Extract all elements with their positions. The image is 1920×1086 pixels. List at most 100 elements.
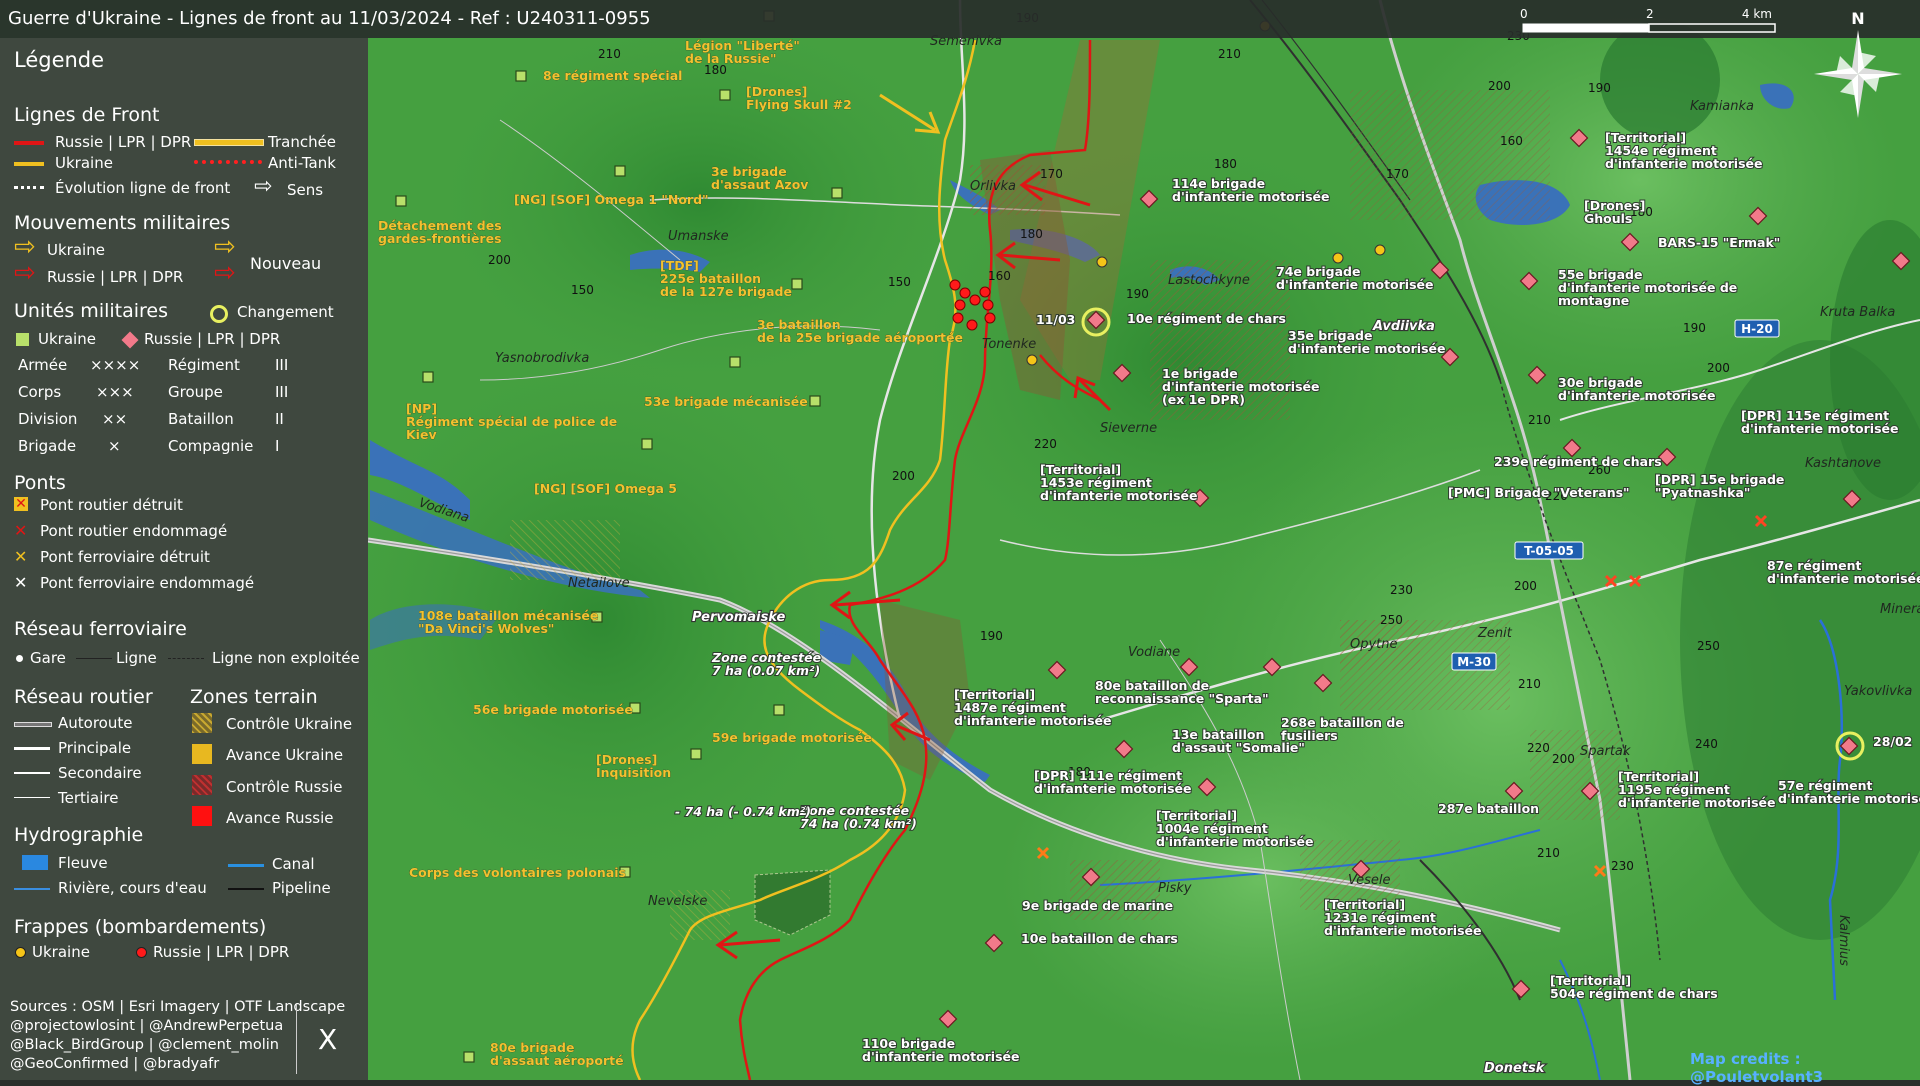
bridge-rail-damaged-label: Pont ferroviaire endommagé xyxy=(40,574,255,592)
place-netailove[interactable]: Netailove xyxy=(568,576,630,591)
front-russia-label: Russie | LPR | DPR xyxy=(55,133,192,151)
ukraine-control-swatch xyxy=(192,713,212,733)
scale-tick-2: 2 xyxy=(1646,7,1654,21)
place-yasnobrodivka[interactable]: Yasnobrodivka xyxy=(495,351,589,366)
ua-unit-label-16[interactable]: Corps des volontaires polonais xyxy=(409,865,627,881)
russia-new-move-arrow-icon: ⇨ xyxy=(214,258,236,288)
x-social-icon[interactable]: X xyxy=(318,1026,337,1054)
place-kamianka[interactable]: Kamianka xyxy=(1690,99,1754,114)
direction-arrow-icon: ⇨ xyxy=(254,174,273,199)
elevation-label-33: 230 xyxy=(1390,583,1413,597)
place-tonenke[interactable]: Tonenke xyxy=(982,337,1036,352)
ru-unit-label-21[interactable]: [DPR] 111e régiment d'infanterie motorisé… xyxy=(1033,767,1192,797)
place-opytne[interactable]: Opytne xyxy=(1350,637,1398,652)
ru-unit-label-9[interactable]: BARS-15 "Ermak" xyxy=(1657,234,1781,251)
station-dot-icon xyxy=(16,655,23,662)
ru-unit-label-12[interactable]: 239e régiment de chars xyxy=(1493,453,1663,470)
place-kalmius[interactable]: Kalmius xyxy=(1836,915,1851,966)
place-spartak[interactable]: Spartak xyxy=(1580,744,1631,759)
place-yakovlivka[interactable]: Yakovlivka xyxy=(1844,684,1912,699)
place-lastochkyne[interactable]: Lastochkyne xyxy=(1168,273,1250,288)
place-minera[interactable]: Minera xyxy=(1880,602,1920,617)
echelon-army-symbol: ×××× xyxy=(90,356,141,374)
echelon-brigade: Brigade xyxy=(18,437,77,455)
place-vesele[interactable]: Vesele xyxy=(1348,873,1391,888)
russia-control-swatch xyxy=(192,775,212,795)
trench-swatch xyxy=(194,139,264,146)
bridge-road-destroyed-label: Pont routier détruit xyxy=(40,496,183,514)
ua-unit-label-9[interactable]: 53e brigade mécanisée xyxy=(644,394,808,410)
place-umanske[interactable]: Umanske xyxy=(668,229,729,244)
ru-unit-label-27[interactable]: 10e bataillon de chars xyxy=(1020,930,1179,947)
north-arrow: N xyxy=(1812,8,1912,122)
echelon-corps-symbol: ××× xyxy=(96,383,134,401)
bridges-section-title: Ponts xyxy=(14,472,66,494)
ua-unit-label-6[interactable]: Détachement des gardes-frontières xyxy=(378,218,502,247)
place-nevelske[interactable]: Nevelske xyxy=(648,894,707,909)
echelon-company-symbol: I xyxy=(275,437,280,455)
front-direction-label: Sens xyxy=(287,181,324,199)
scale-bar: 0 2 4 km xyxy=(1520,4,1780,42)
main-road-swatch xyxy=(14,747,50,750)
road-bridge-destroyed-icon: ✕ xyxy=(14,496,28,512)
moves-new-label: Nouveau xyxy=(250,254,322,273)
ua-unit-label-11[interactable]: [NG] [SOF] Omega 5 xyxy=(534,481,678,497)
place-vodiane[interactable]: Vodiane xyxy=(1128,645,1180,660)
rail-station-label: Gare xyxy=(30,649,66,667)
ru-unit-label-26[interactable]: 9e brigade de marine xyxy=(1021,897,1174,914)
ru-unit-label-13[interactable]: [PMC] Brigade "Veterans" xyxy=(1447,484,1631,501)
ru-unit-label-2[interactable]: 10e régiment de chars xyxy=(1126,310,1287,327)
sources-line-2[interactable]: @projectowlosint | @AndrewPerpetua xyxy=(10,1018,283,1034)
ua-unit-label-5[interactable]: [NG] [SOF] Omega 1 "Nord" xyxy=(514,192,709,208)
place-zenit[interactable]: Zenit xyxy=(1477,626,1513,641)
place-pervomaiske[interactable]: Pervomaiske xyxy=(691,609,787,626)
place-orlivka[interactable]: Orlivka xyxy=(970,179,1016,194)
pipeline-swatch xyxy=(228,888,264,890)
echelon-army: Armée xyxy=(18,356,68,374)
elevation-label-12: 200 xyxy=(488,253,511,267)
change-date-2: 28/02 xyxy=(1873,734,1912,749)
tertiary-road-swatch xyxy=(14,797,50,798)
elevation-label-29: 240 xyxy=(1695,737,1718,751)
sources-line-4[interactable]: @GeoConfirmed | @bradyafr xyxy=(10,1056,219,1072)
evolution-swatch xyxy=(14,186,44,189)
hydro-section-title: Hydrographie xyxy=(14,824,144,846)
elevation-label-30: 250 xyxy=(1697,639,1720,653)
front-section-title: Lignes de Front xyxy=(14,104,160,126)
sources-line-3[interactable]: @Black_BirdGroup | @clement_molin xyxy=(10,1037,279,1053)
ua-unit-label-13[interactable]: 56e brigade motorisée xyxy=(473,702,633,718)
ukraine-move-arrow-icon: ⇨ xyxy=(14,232,36,262)
hydro-stream-label: Rivière, cours d'eau xyxy=(58,879,207,897)
echelon-regiment: Régiment xyxy=(168,356,240,374)
elevation-label-13: 150 xyxy=(571,283,594,297)
strikes-section-title: Frappes (bombardements) xyxy=(14,916,267,938)
ru-unit-label-15[interactable]: [DPR] 115e régiment d'infanterie motorisé… xyxy=(1740,407,1899,437)
svg-text:H-20: H-20 xyxy=(1741,322,1773,336)
change-date-1: 11/03 xyxy=(1036,312,1075,327)
ua-unit-label-14[interactable]: 59e brigade motorisée xyxy=(712,730,872,746)
echelon-company: Compagnie xyxy=(168,437,254,455)
place-kruta-balka[interactable]: Kruta Balka xyxy=(1820,305,1895,320)
elevation-label-32: 250 xyxy=(1380,613,1403,627)
zone-ua-advance-label: Avance Ukraine xyxy=(226,746,344,764)
ru-unit-label-23[interactable]: 287e bataillon xyxy=(1437,800,1540,817)
place-sieverne[interactable]: Sieverne xyxy=(1100,421,1157,436)
contested-zone-label-1: Zone contestée 7 ha (0.07 km²) xyxy=(711,650,821,678)
ua-unit-label-2[interactable]: 8e régiment spécial xyxy=(543,68,683,84)
contested-zone-label-3: - 74 ha (- 0.74 km²) xyxy=(675,804,811,819)
elevation-label-21: 210 xyxy=(1528,413,1551,427)
contested-zone-label-2: Zone contestée 74 ha (0.74 km²) xyxy=(799,803,917,831)
rail-bridge-damaged-icon: ✕ xyxy=(14,573,28,592)
elevation-label-27: 210 xyxy=(1537,846,1560,860)
place-avdiivka[interactable]: Avdiivka xyxy=(1371,318,1436,335)
road-shield-m-30: M-30 xyxy=(1451,652,1497,671)
place-kashtanove[interactable]: Kashtanove xyxy=(1805,456,1881,471)
zones-section-title: Zones terrain xyxy=(190,686,318,708)
place-pisky[interactable]: Pisky xyxy=(1158,881,1192,896)
strikes-ukraine-label: Ukraine xyxy=(32,943,90,961)
place-donetsk[interactable]: Donetsk xyxy=(1483,1060,1547,1077)
antitank-swatch xyxy=(194,160,262,164)
elevation-label-26: 200 xyxy=(1552,752,1575,766)
units-ukraine-label: Ukraine xyxy=(38,330,96,348)
elevation-label-11: 150 xyxy=(888,275,911,289)
